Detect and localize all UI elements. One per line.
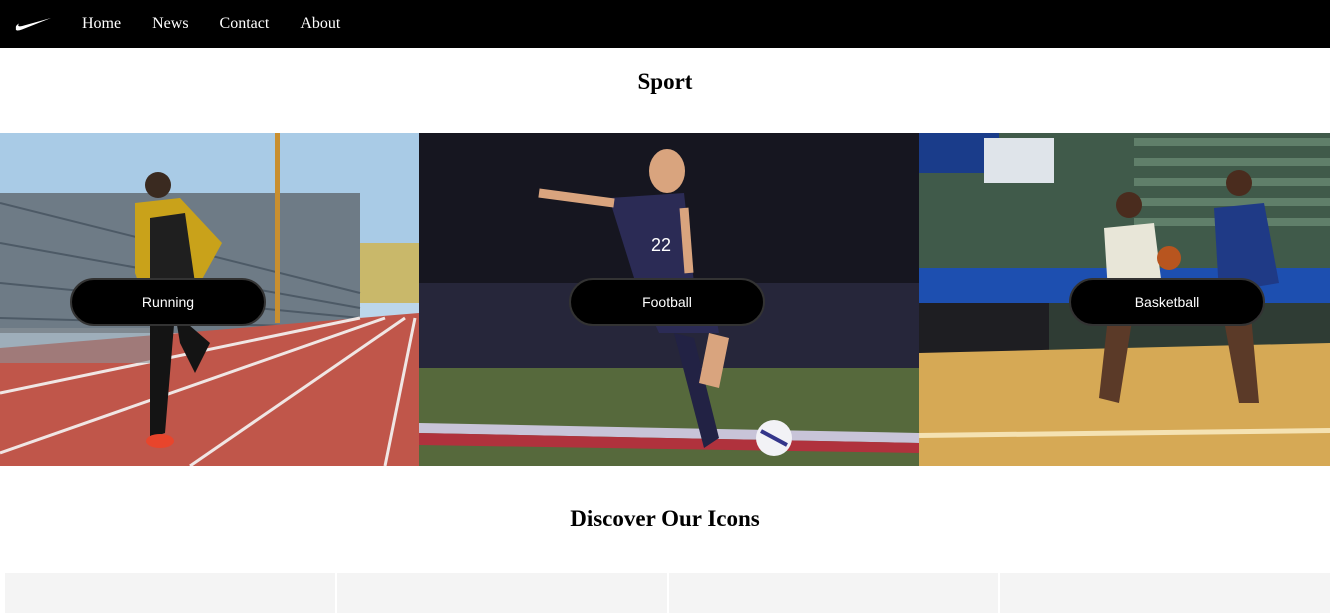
icon-card-row <box>5 573 1330 613</box>
sport-tile-running[interactable]: Running <box>0 133 419 466</box>
nav-link-news[interactable]: News <box>152 15 188 33</box>
swoosh-logo-icon[interactable] <box>14 14 54 34</box>
nav-link-home[interactable]: Home <box>82 15 121 33</box>
sport-grid: Running 22 Football Basketball <box>0 133 1330 466</box>
football-button[interactable]: Football <box>569 278 765 326</box>
nav-links: Home News Contact About <box>82 15 371 33</box>
running-button[interactable]: Running <box>70 278 266 326</box>
icon-card[interactable] <box>1000 573 1330 613</box>
nav-link-contact[interactable]: Contact <box>220 15 270 33</box>
sport-section-title: Sport <box>637 69 693 94</box>
nav-link-about[interactable]: About <box>300 15 340 33</box>
basketball-button[interactable]: Basketball <box>1069 278 1265 326</box>
sport-tile-football[interactable]: 22 Football <box>419 133 919 466</box>
icon-card[interactable] <box>336 573 667 613</box>
icon-card[interactable] <box>668 573 999 613</box>
top-navbar: Home News Contact About <box>0 0 1330 48</box>
sport-tile-basketball[interactable]: Basketball <box>919 133 1330 466</box>
discover-section-title: Discover Our Icons <box>570 506 760 531</box>
icon-card[interactable] <box>5 573 335 613</box>
svg-text:22: 22 <box>651 235 671 255</box>
